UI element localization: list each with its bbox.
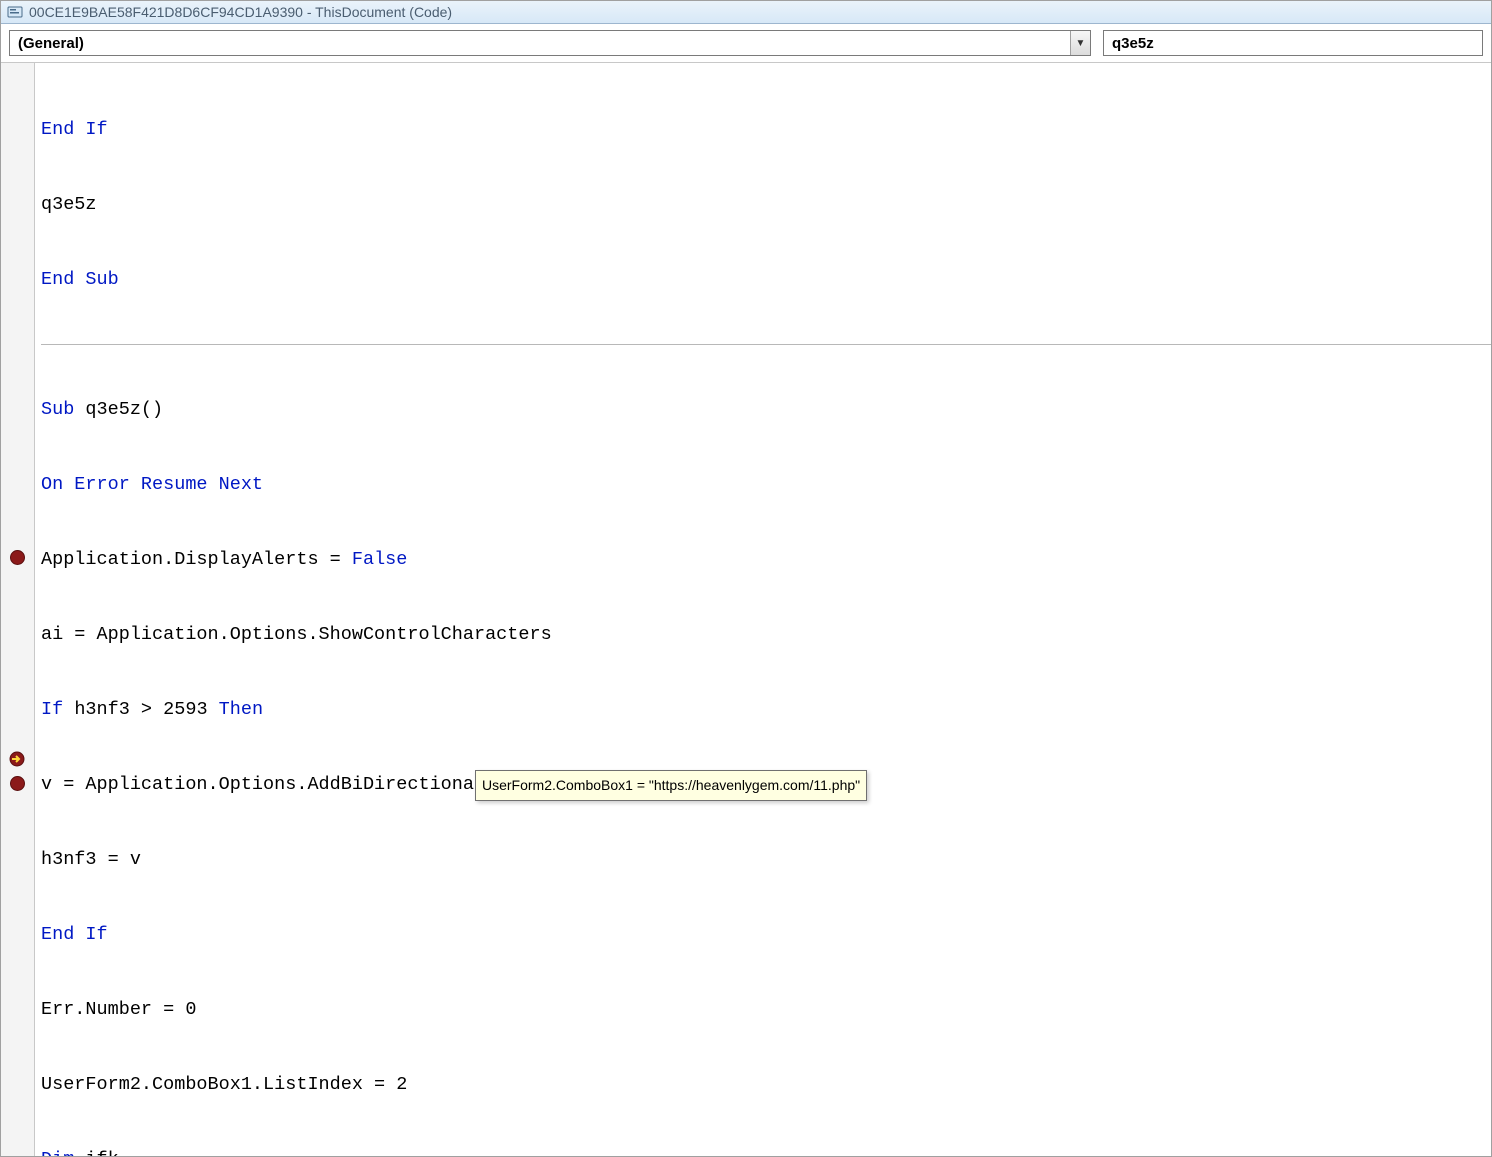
code-text: End If bbox=[41, 117, 108, 142]
code-text: Then bbox=[219, 697, 263, 722]
module-icon bbox=[7, 4, 23, 20]
code-text: q3e5z() bbox=[74, 397, 163, 422]
chevron-down-icon[interactable]: ▼ bbox=[1070, 31, 1090, 55]
code-editor[interactable]: End If q3e5z End Sub Sub q3e5z() On Erro… bbox=[35, 63, 1491, 1156]
titlebar[interactable]: 00CE1E9BAE58F421D8D6CF94CD1A9390 - ThisD… bbox=[1, 1, 1491, 24]
object-dropdown[interactable]: (General) ▼ bbox=[9, 30, 1091, 56]
code-text: End If bbox=[41, 922, 108, 947]
code-text: Application.DisplayAlerts = bbox=[41, 547, 352, 572]
code-text: Sub bbox=[41, 397, 74, 422]
editor-area: End If q3e5z End Sub Sub q3e5z() On Erro… bbox=[1, 63, 1491, 1156]
debug-tooltip: UserForm2.ComboBox1 = "https://heavenlyg… bbox=[475, 770, 867, 801]
code-text: ifk bbox=[74, 1147, 118, 1156]
code-text: Dim bbox=[41, 1147, 74, 1156]
code-text: h3nf3 = v bbox=[41, 847, 141, 872]
code-text: q3e5z bbox=[41, 192, 97, 217]
procedure-dropdown[interactable]: q3e5z bbox=[1103, 30, 1483, 56]
vba-editor-window: 00CE1E9BAE58F421D8D6CF94CD1A9390 - ThisD… bbox=[0, 0, 1492, 1157]
breakpoint-marker[interactable] bbox=[10, 776, 25, 791]
code-text: If bbox=[41, 697, 63, 722]
code-text: ai = Application.Options.ShowControlChar… bbox=[41, 622, 552, 647]
code-text: End Sub bbox=[41, 267, 119, 292]
breakpoint-gutter[interactable] bbox=[1, 63, 35, 1156]
code-text: h3nf3 > 2593 bbox=[63, 697, 218, 722]
code-text: False bbox=[352, 547, 408, 572]
breakpoint-marker[interactable] bbox=[10, 550, 25, 565]
object-proc-selector-row: (General) ▼ q3e5z bbox=[1, 24, 1491, 63]
procedure-divider bbox=[41, 344, 1491, 345]
object-dropdown-value: (General) bbox=[10, 35, 1070, 52]
window-title: 00CE1E9BAE58F421D8D6CF94CD1A9390 - ThisD… bbox=[29, 4, 452, 20]
code-text: Err.Number = 0 bbox=[41, 997, 196, 1022]
execution-pointer bbox=[7, 751, 27, 767]
code-text: On Error Resume Next bbox=[41, 472, 263, 497]
procedure-dropdown-value: q3e5z bbox=[1104, 35, 1482, 52]
code-text: UserForm2.ComboBox1.ListIndex = 2 bbox=[41, 1072, 407, 1097]
